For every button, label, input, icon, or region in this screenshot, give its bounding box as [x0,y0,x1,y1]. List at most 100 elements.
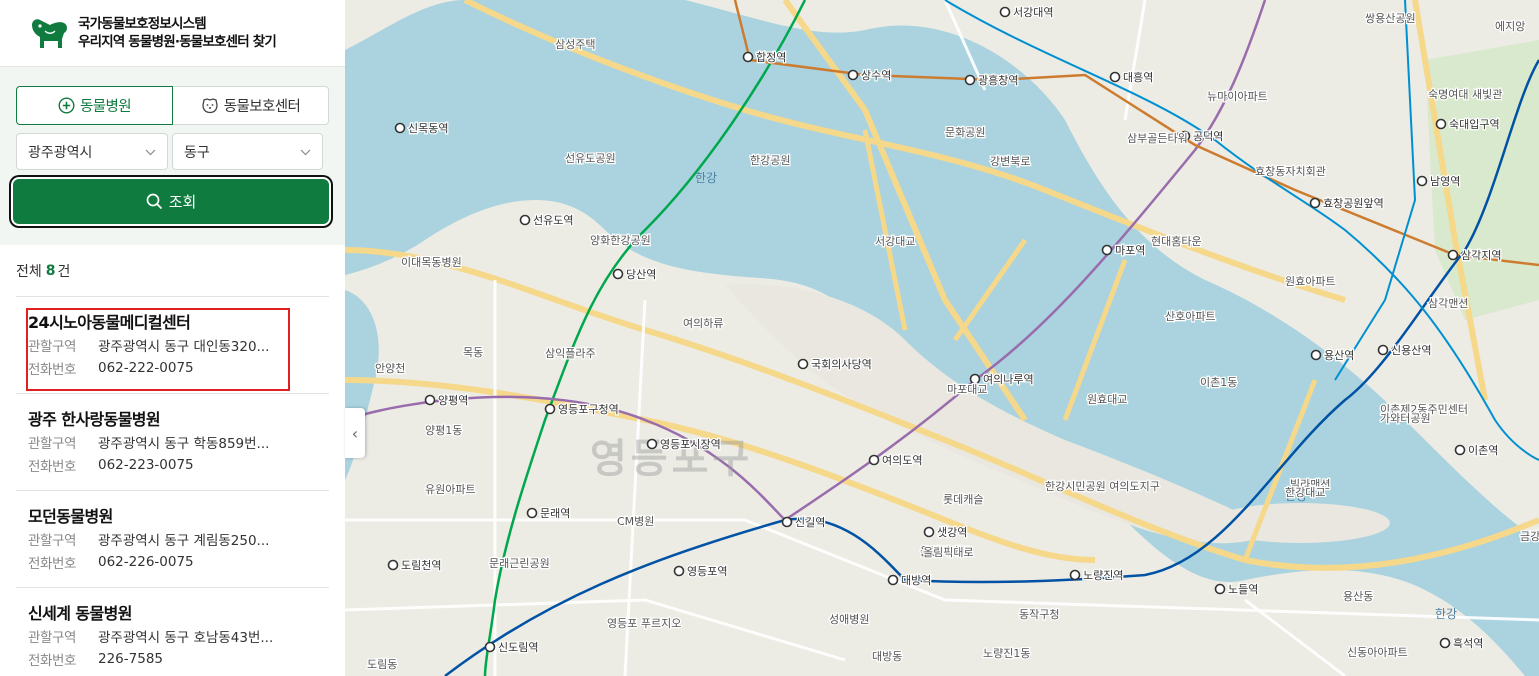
place-label: 에지앙 [1495,20,1525,33]
place-label: 문화공원 [945,126,985,139]
city-select-value: 광주광역시 [28,144,93,161]
place-label: 선유도공원 [565,152,616,165]
place-label: 삼부골든타워 [1127,132,1188,145]
station-marker[interactable] [797,358,809,370]
area-value: 광주광역시 동구 계림동250... [98,532,270,549]
station-marker[interactable] [1377,344,1389,356]
place-label: 삼익플라주 [545,347,596,360]
search-icon [146,193,163,210]
station-marker[interactable] [887,574,899,586]
station-marker[interactable] [673,565,685,577]
station-marker[interactable] [526,507,538,519]
station-label: 신용산역 [1391,344,1431,357]
list-item[interactable]: 24시노아동물메디컬센터 관할구역 광주광역시 동구 대인동320... 전화번호… [16,297,329,394]
station-marker[interactable] [781,516,793,528]
station-marker[interactable] [1214,583,1226,595]
station-marker[interactable] [1309,197,1321,209]
station-marker[interactable] [394,122,406,134]
place-label: 안양천 [375,361,405,375]
place-label: 여의하류 [683,316,723,330]
station-label: 대흥역 [1123,70,1153,84]
station-marker[interactable] [1439,637,1451,649]
phone-value: 062-223-0075 [98,456,194,473]
station-label: 문래역 [540,507,570,520]
list-item[interactable]: 모던동물병원 관할구역 광주광역시 동구 계림동250... 전화번호 062-22… [16,491,329,588]
place-label: 이촌1동 [1200,376,1237,389]
area-value: 광주광역시 동구 호남동43번... [98,629,274,646]
station-marker[interactable] [1069,569,1081,581]
station-marker[interactable] [1454,444,1466,456]
app-header: 국가동물보호정보시스템 우리지역 동물병원·동물보호센터 찾기 [0,0,345,67]
phone-label: 전화번호 [28,361,77,378]
station-label: 도림천역 [401,558,441,572]
district-select[interactable]: 동구 [172,133,323,170]
app-subtitle: 우리지역 동물병원·동물보호센터 찾기 [78,33,277,50]
place-label: 산호아파트 [1165,310,1216,323]
list-item[interactable]: 광주 한사랑동물병원 관할구역 광주광역시 동구 학동859번... 전화번호 06… [16,394,329,491]
place-label: 한강시민공원 여의도지구 [1045,480,1160,493]
station-label: 영등포역 [687,565,727,578]
place-label: 서강대교 [875,235,915,248]
station-marker[interactable] [847,69,859,81]
place-label: 성애병원 [829,613,869,626]
station-marker[interactable] [923,526,935,538]
place-label: 숙명여대 새빛관 [1428,88,1502,101]
tab-label: 동물보호센터 [223,99,301,115]
collapse-sidebar-button[interactable]: ‹ [345,408,365,458]
list-item[interactable]: 신세계 동물병원 관할구역 광주광역시 동구 호남동43번... 전화번호 226-… [16,588,329,676]
place-label: 대방동 [872,650,902,663]
station-marker[interactable] [964,74,976,86]
station-label: 샛강역 [937,526,967,539]
station-label: 국회의사당역 [811,358,872,371]
station-label: 노들역 [1228,583,1258,596]
place-label: 효창동자치회관 [1255,165,1326,178]
station-marker[interactable] [1435,118,1447,130]
river-label: 한강 [1435,607,1457,621]
station-marker[interactable] [519,214,531,226]
station-marker[interactable] [868,454,880,466]
station-label: 신목동역 [408,122,448,135]
station-marker[interactable] [387,559,399,571]
chevron-down-icon [145,144,156,160]
station-label: 서강대역 [1013,6,1053,19]
area-label: 관할구역 [28,532,77,549]
tab-protection-center[interactable]: 동물보호센터 [173,86,329,125]
map-view[interactable]: 영등포구 한강 한강 한강 합정역 상수역 광흥창역 대흥역 공덕역 서강대역 마포역 효창공… [345,0,1539,676]
station-marker[interactable] [544,403,556,415]
place-label: CM병원 [617,515,654,528]
tab-animal-hospital[interactable]: 동물병원 [16,86,173,125]
place-label: 노량진1동 [983,647,1030,660]
search-button[interactable]: 조회 [13,179,329,224]
station-marker[interactable] [1416,175,1428,187]
station-marker[interactable] [1109,71,1121,83]
station-marker[interactable] [999,6,1011,18]
station-marker[interactable] [424,394,436,406]
station-marker[interactable] [646,438,658,450]
result-count: 전체 8 건 [16,245,329,297]
station-label: 양평역 [438,394,468,407]
place-label: 이대목동병원 [401,256,462,269]
station-marker[interactable] [1101,244,1113,256]
station-label: 신도림역 [498,641,538,654]
city-select[interactable]: 광주광역시 [16,133,168,170]
place-label: 신동아아파트 [1347,646,1408,659]
station-marker[interactable] [1447,249,1459,261]
dog-face-icon [201,97,219,114]
place-label: 현대홈타운 [1151,234,1202,248]
hospital-name: 광주 한사랑동물병원 [28,410,161,429]
station-marker[interactable] [484,641,496,653]
station-label: 용산역 [1324,349,1354,362]
map-canvas[interactable]: 영등포구 한강 한강 한강 합정역상수역 광흥창역 대흥역공덕역서강대역마포역효창공… [345,0,1539,676]
station-label: 여의도역 [882,454,922,467]
phone-value: 226-7585 [98,650,163,667]
station-label: 효창공원앞역 [1323,197,1384,210]
phone-value: 062-226-0075 [98,553,194,570]
dog-logo-icon [32,19,67,48]
station-marker[interactable] [612,268,624,280]
area-label: 관할구역 [28,629,77,646]
place-label: 원효대교 [1087,393,1127,406]
count-number: 8 [45,262,56,279]
station-marker[interactable] [1310,349,1322,361]
station-marker[interactable] [742,51,754,63]
phone-label: 전화번호 [28,458,77,475]
